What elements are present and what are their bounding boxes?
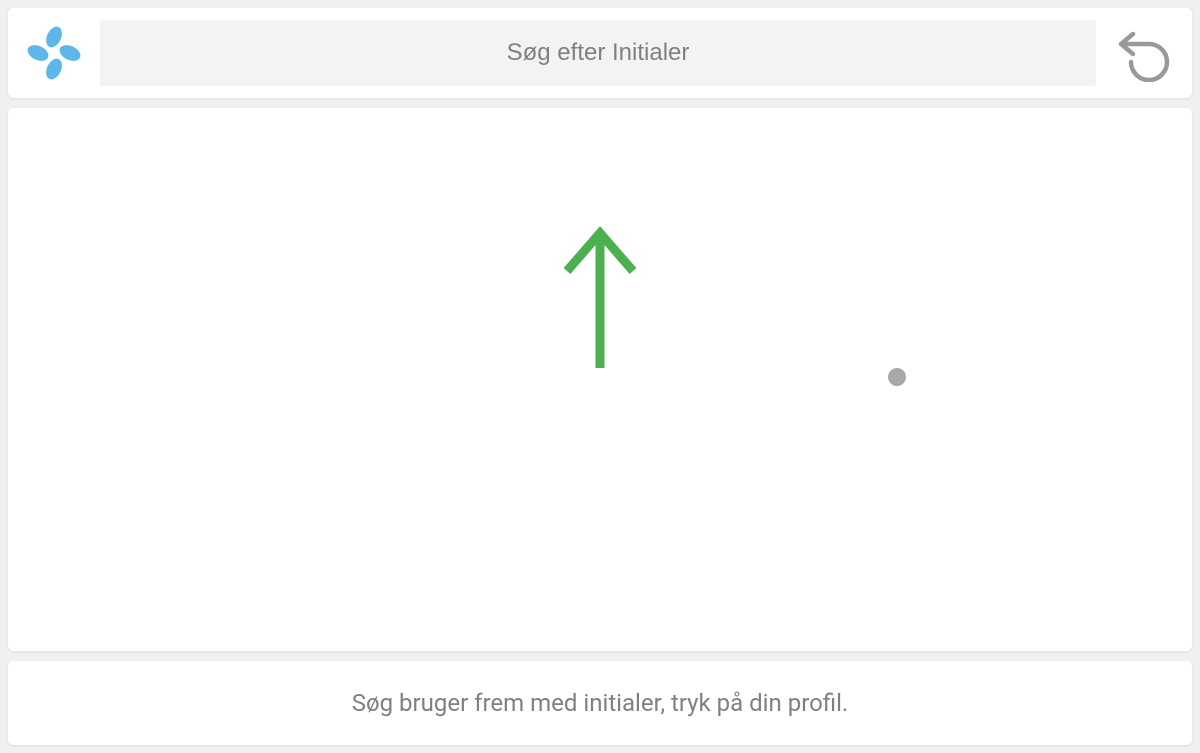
search-input[interactable] (100, 20, 1096, 86)
instruction-text: Søg bruger frem med initialer, tryk på d… (352, 689, 849, 717)
main-content-area (8, 108, 1192, 651)
refresh-button[interactable] (1114, 23, 1174, 83)
footer-instruction-bar: Søg bruger frem med initialer, tryk på d… (8, 661, 1192, 745)
undo-refresh-icon (1115, 24, 1173, 82)
cursor-dot-icon (888, 368, 906, 386)
app-logo-icon (26, 25, 82, 81)
arrow-up-icon (555, 223, 645, 377)
header-bar (8, 8, 1192, 98)
